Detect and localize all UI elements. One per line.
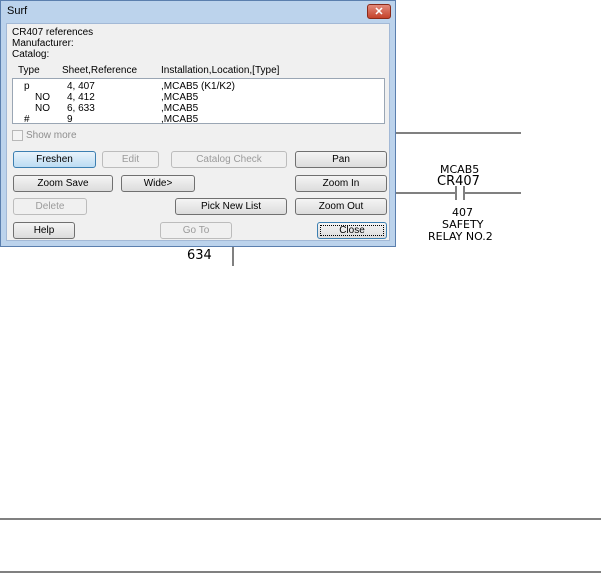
row-location: ,MCAB5 [161, 92, 199, 103]
freshen-button[interactable]: Freshen [13, 151, 96, 168]
row-sheet-ref: 9 [67, 114, 73, 125]
delete-button[interactable]: Delete [13, 198, 87, 215]
row-location: ,MCAB5 [161, 103, 199, 114]
row-type: NO [35, 103, 50, 114]
window-title: Surf [7, 5, 28, 17]
desc-line2: RELAY NO.2 [428, 230, 493, 243]
catalog-label: Catalog: [12, 49, 50, 60]
row-type: NO [35, 92, 50, 103]
row-location: ,MCAB5 [161, 114, 199, 125]
zoom-save-button[interactable]: Zoom Save [13, 175, 113, 192]
pick-new-list-button[interactable]: Pick New List [175, 198, 287, 215]
dialog-client: CR407 references Manufacturer: Catalog: … [6, 23, 390, 241]
references-list[interactable]: p 4, 407 ,MCAB5 (K1/K2) NO 4, 412 ,MCAB5… [12, 78, 385, 125]
manufacturer-label: Manufacturer: [12, 38, 74, 49]
edit-button[interactable]: Edit [102, 151, 159, 168]
row-sheet-ref: 4, 412 [67, 92, 95, 103]
show-more-checkbox[interactable] [12, 130, 23, 141]
row-type: p [24, 81, 30, 92]
column-type[interactable]: Type [18, 65, 40, 76]
wide-button[interactable]: Wide> [121, 175, 195, 192]
list-item[interactable]: # 9 ,MCAB5 [13, 114, 384, 125]
wire-number: 634 [187, 248, 212, 263]
title-bar[interactable]: Surf ✕ [1, 1, 395, 23]
list-item[interactable]: NO 4, 412 ,MCAB5 [13, 92, 384, 103]
close-icon[interactable]: ✕ [367, 4, 391, 19]
pan-button[interactable]: Pan [295, 151, 387, 168]
list-item[interactable]: NO 6, 633 ,MCAB5 [13, 103, 384, 114]
go-to-button[interactable]: Go To [160, 222, 232, 239]
row-sheet-ref: 6, 633 [67, 103, 95, 114]
zoom-out-button[interactable]: Zoom Out [295, 198, 387, 215]
catalog-check-button[interactable]: Catalog Check [171, 151, 287, 168]
list-item[interactable]: p 4, 407 ,MCAB5 (K1/K2) [13, 81, 384, 92]
column-sheet-ref[interactable]: Sheet,Reference [62, 65, 137, 76]
references-heading: CR407 references [12, 27, 94, 38]
row-sheet-ref: 4, 407 [67, 81, 95, 92]
zoom-in-button[interactable]: Zoom In [295, 175, 387, 192]
row-location: ,MCAB5 (K1/K2) [161, 81, 235, 92]
close-button[interactable]: Close [317, 222, 387, 239]
column-location[interactable]: Installation,Location,[Type] [161, 65, 279, 76]
help-button[interactable]: Help [13, 222, 75, 239]
row-type: # [24, 114, 30, 125]
show-more-label: Show more [26, 130, 77, 141]
surf-dialog: Surf ✕ CR407 references Manufacturer: Ca… [0, 0, 396, 247]
device-tag: CR407 [437, 174, 480, 189]
